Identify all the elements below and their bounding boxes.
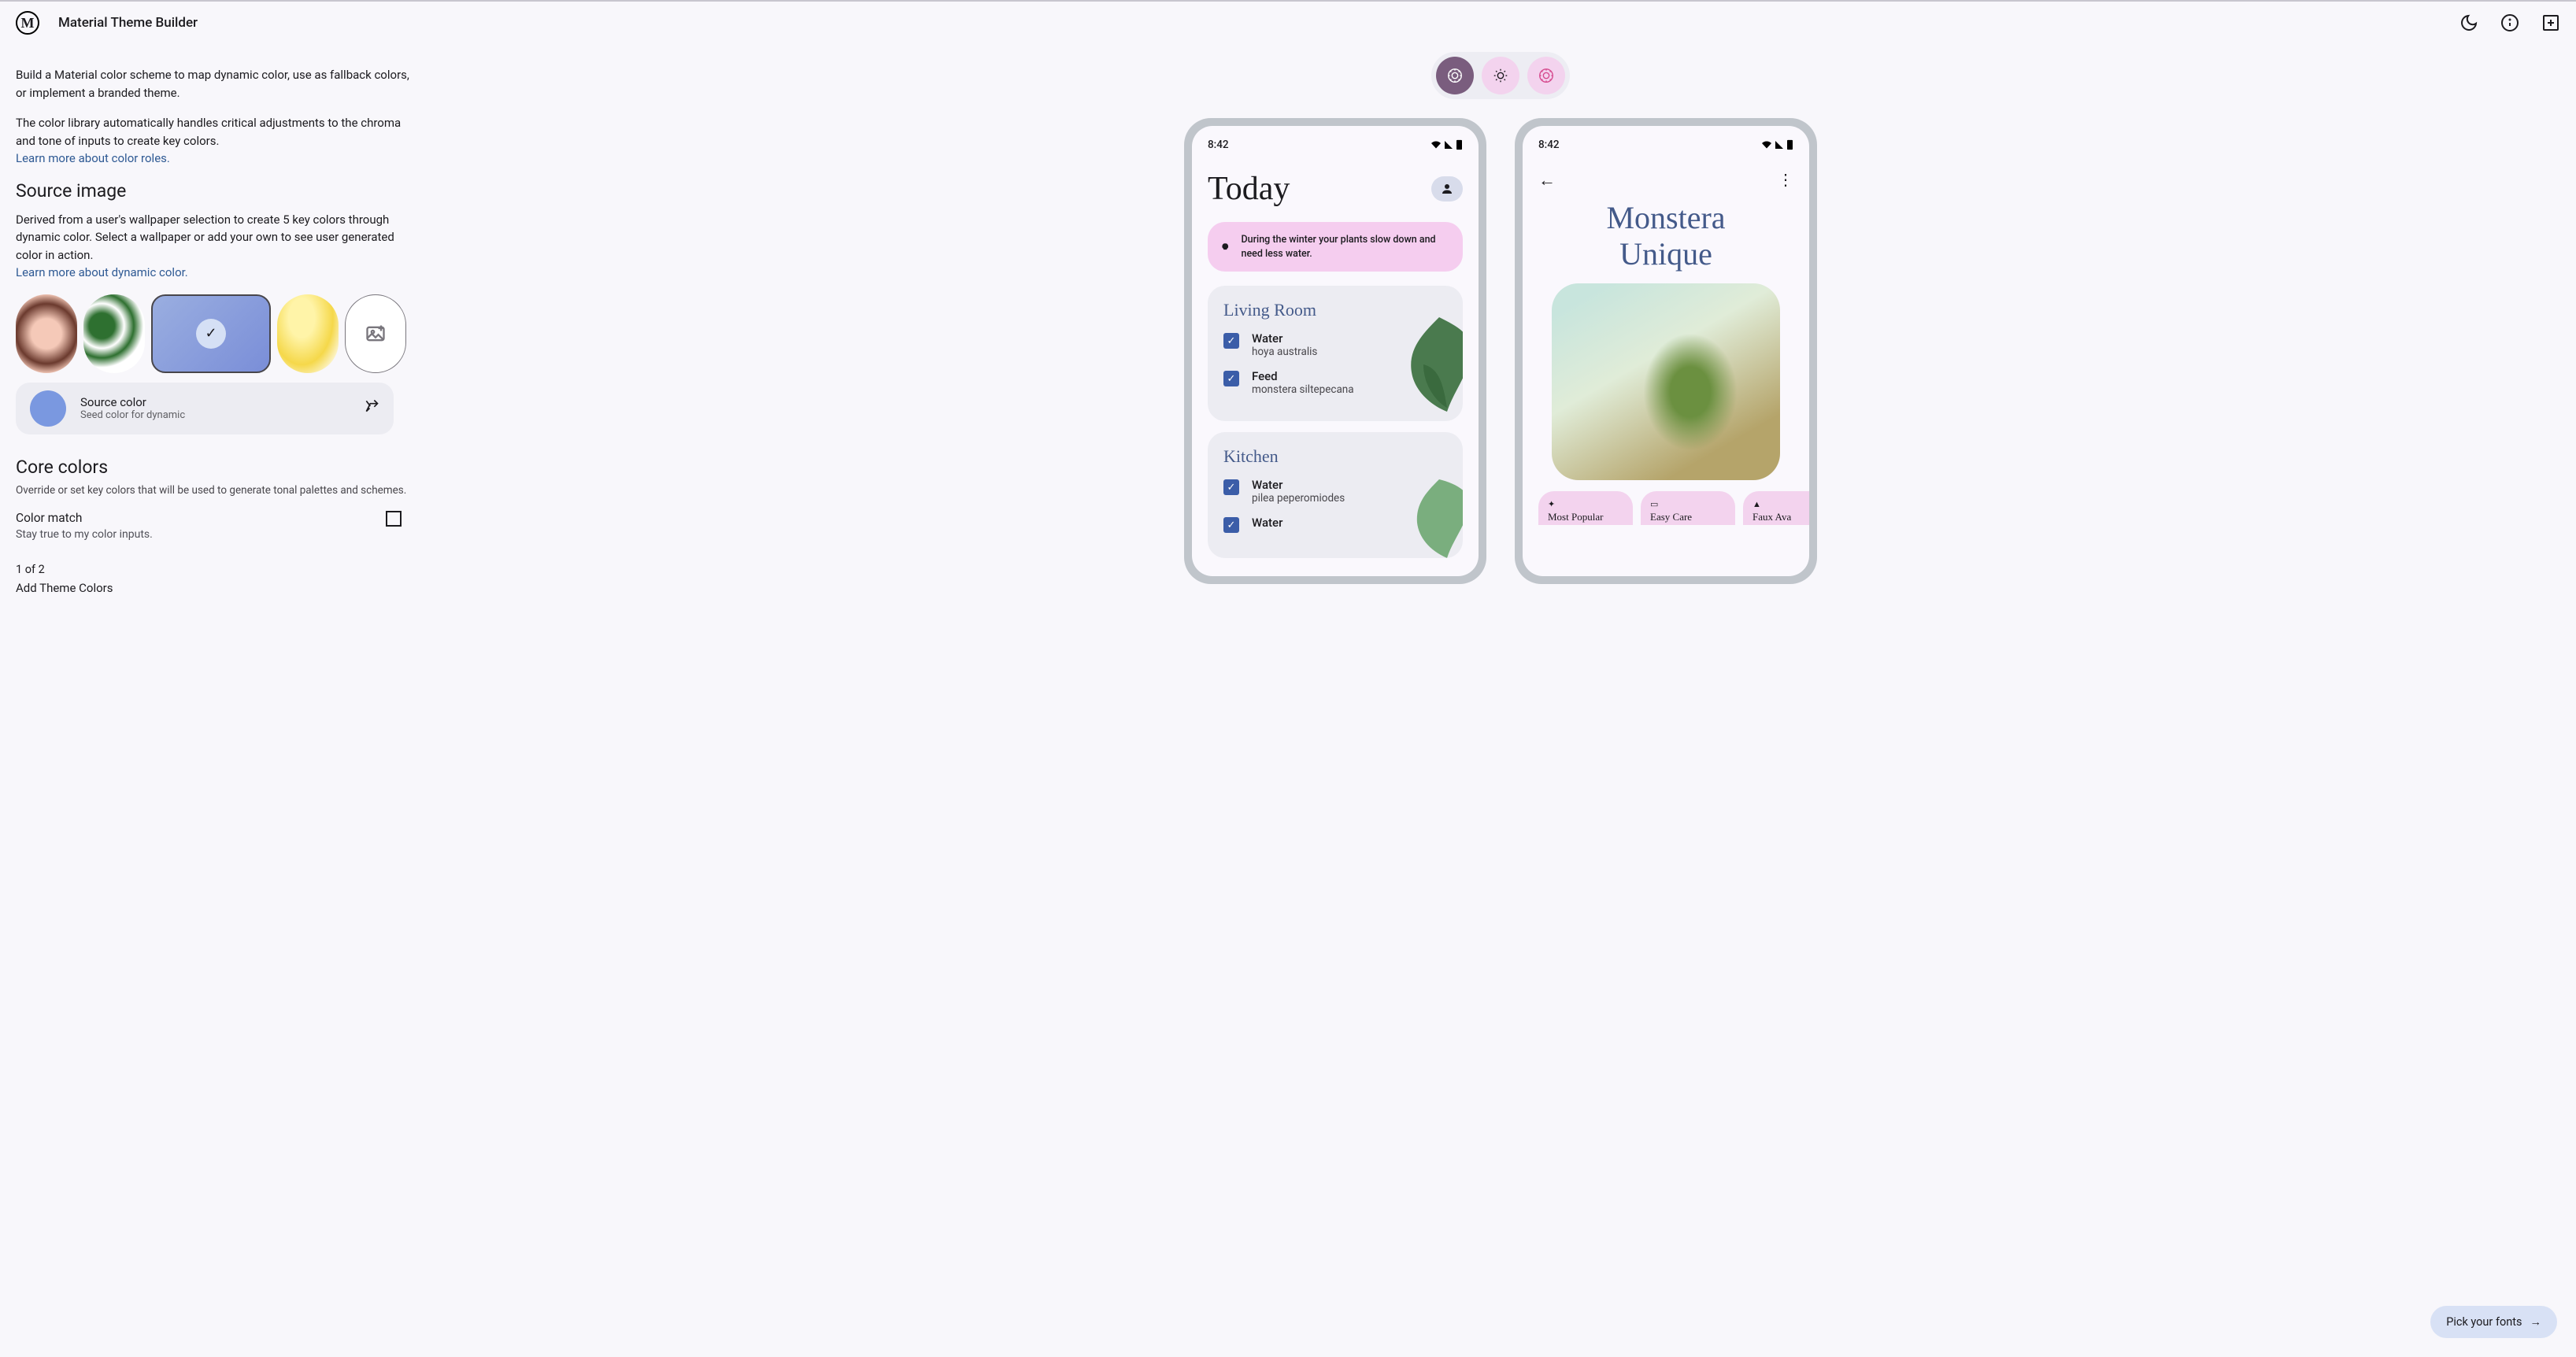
- checkbox-icon[interactable]: ✓: [1223, 371, 1239, 386]
- status-bar: 8:42: [1208, 139, 1463, 151]
- task-label: Water: [1252, 516, 1282, 530]
- intro-paragraph-1: Build a Material color scheme to map dyn…: [16, 66, 409, 102]
- status-time: 8:42: [1208, 139, 1229, 151]
- color-match-sub: Stay true to my color inputs.: [16, 528, 386, 541]
- task-label: Water: [1252, 478, 1345, 492]
- task-label: Feed: [1252, 369, 1354, 383]
- sparkle-icon: ✦: [1548, 499, 1623, 509]
- task-sub: monstera siltepecana: [1252, 383, 1354, 396]
- plant-image: [1552, 283, 1780, 480]
- core-colors-sub: Override or set key colors that will be …: [16, 484, 409, 497]
- status-icons: [1430, 139, 1463, 151]
- chip-row: ✦ Most Popular ▭ Easy Care ▲ Faux Ava: [1538, 491, 1793, 525]
- checkbox-icon[interactable]: ✓: [1223, 517, 1239, 533]
- shuffle-icon[interactable]: [364, 398, 379, 418]
- status-time: 8:42: [1538, 139, 1560, 151]
- fab-label: Pick your fonts: [2446, 1315, 2522, 1329]
- more-menu-icon[interactable]: ⋮: [1778, 170, 1793, 190]
- leaf-decoration-icon: [1400, 317, 1463, 412]
- learn-dynamic-color-link[interactable]: Learn more about dynamic color.: [16, 265, 188, 279]
- scheme-option-3[interactable]: [1527, 57, 1565, 94]
- chip-easy-care[interactable]: ▭ Easy Care: [1641, 491, 1735, 525]
- bell-icon: ▲: [1752, 499, 1809, 509]
- logo-icon: M: [16, 11, 39, 35]
- source-color-row[interactable]: Source color Seed color for dynamic: [16, 383, 394, 434]
- color-match-row: Color match Stay true to my color inputs…: [16, 511, 409, 541]
- color-match-label: Color match: [16, 511, 386, 525]
- source-desc-text: Derived from a user's wallpaper selectio…: [16, 213, 394, 262]
- chip-label: Faux Ava: [1752, 511, 1809, 523]
- source-image-desc: Derived from a user's wallpaper selectio…: [16, 211, 409, 282]
- left-panel: Build a Material color scheme to map dyn…: [16, 44, 409, 595]
- scheme-option-2[interactable]: [1482, 57, 1519, 94]
- pager: 1 of 2: [16, 563, 409, 576]
- task-label: Water: [1252, 331, 1317, 346]
- checkbox-icon[interactable]: ✓: [1223, 333, 1239, 349]
- arrow-right-icon: →: [2530, 1315, 2542, 1329]
- dark-mode-icon[interactable]: [2459, 13, 2478, 32]
- phone-preview-2: 8:42 ← ⋮ MonsteraUnique: [1515, 118, 1817, 584]
- add-panel-icon[interactable]: [2541, 13, 2560, 32]
- leaf-decoration-icon: [1400, 471, 1463, 558]
- color-match-checkbox[interactable]: [386, 511, 402, 527]
- source-image-option-2[interactable]: [83, 294, 145, 373]
- source-image-option-3-selected[interactable]: ✓: [151, 294, 271, 373]
- intro-paragraph-2: The color library automatically handles …: [16, 114, 409, 168]
- source-color-sub: Seed color for dynamic: [80, 409, 185, 421]
- detail-title: MonsteraUnique: [1538, 200, 1793, 272]
- tip-text: During the winter your plants slow down …: [1241, 233, 1450, 261]
- chip-faux[interactable]: ▲ Faux Ava: [1743, 491, 1809, 525]
- check-icon: ✓: [196, 319, 226, 349]
- add-source-image-button[interactable]: [345, 294, 406, 373]
- learn-color-roles-link[interactable]: Learn more about color roles.: [16, 151, 170, 165]
- intro-text-2: The color library automatically handles …: [16, 116, 401, 148]
- app-title: Material Theme Builder: [58, 15, 198, 31]
- task-sub: hoya australis: [1252, 346, 1317, 358]
- scheme-option-1[interactable]: [1436, 57, 1474, 94]
- pick-fonts-button[interactable]: Pick your fonts →: [2430, 1306, 2557, 1338]
- source-image-row: ✓: [16, 294, 409, 373]
- source-image-option-4[interactable]: [277, 294, 339, 373]
- status-bar: 8:42: [1538, 139, 1793, 151]
- scheme-segmented-control: [1431, 52, 1570, 99]
- screen-title: Today: [1208, 170, 1290, 208]
- source-color-label: Source color: [80, 395, 185, 409]
- pager-title: Add Theme Colors: [16, 581, 409, 595]
- clipboard-icon: ▭: [1650, 499, 1726, 509]
- preview-area: 8:42 Today: [441, 44, 2560, 595]
- info-icon[interactable]: [2500, 13, 2519, 32]
- app-header: M Material Theme Builder: [0, 0, 2576, 44]
- room-card-kitchen: Kitchen ✓ Water pilea peperomiodes ✓ Wat: [1208, 432, 1463, 558]
- status-icons: [1761, 139, 1793, 151]
- back-arrow-icon[interactable]: ←: [1538, 170, 1556, 190]
- chip-most-popular[interactable]: ✦ Most Popular: [1538, 491, 1633, 525]
- source-image-heading: Source image: [16, 180, 409, 202]
- task-sub: pilea peperomiodes: [1252, 492, 1345, 505]
- checkbox-icon[interactable]: ✓: [1223, 479, 1239, 495]
- phone-preview-1: 8:42 Today: [1184, 118, 1486, 584]
- lightbulb-icon: [1220, 241, 1230, 253]
- room-title: Kitchen: [1223, 446, 1447, 467]
- room-card-living-room: Living Room ✓ Water hoya australis ✓ Fee: [1208, 286, 1463, 421]
- source-color-swatch: [30, 390, 66, 427]
- source-image-option-1[interactable]: [16, 294, 77, 373]
- avatar-icon[interactable]: [1431, 176, 1463, 202]
- core-colors-heading: Core colors: [16, 457, 409, 478]
- chip-label: Easy Care: [1650, 511, 1726, 523]
- tip-card: During the winter your plants slow down …: [1208, 222, 1463, 272]
- chip-label: Most Popular: [1548, 511, 1623, 523]
